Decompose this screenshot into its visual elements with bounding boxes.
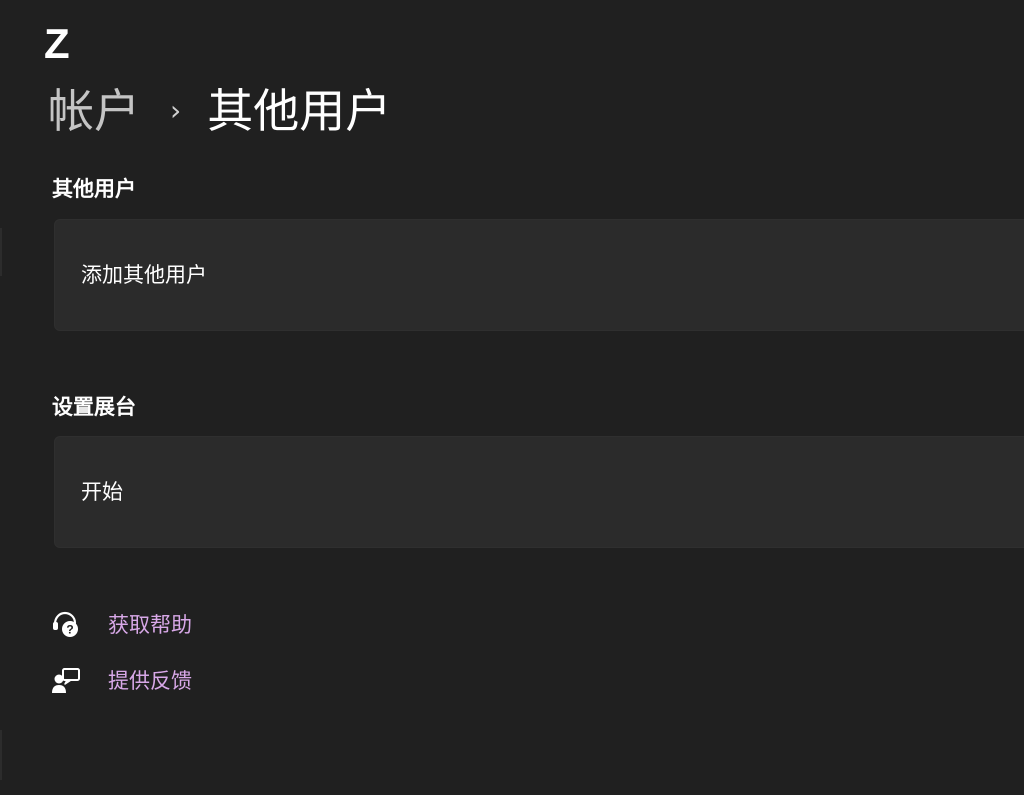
left-edge-divider — [0, 730, 2, 780]
svg-text:?: ? — [66, 623, 73, 637]
get-help-icon: ? — [50, 609, 82, 641]
breadcrumb: 帐户 › 其他用户 — [48, 80, 391, 142]
section-title-kiosk: 设置展台 — [52, 395, 136, 419]
breadcrumb-accounts-link[interactable]: 帐户 — [48, 80, 140, 142]
get-help-link[interactable]: ? 获取帮助 — [50, 607, 192, 643]
add-other-user-label: 添加其他用户 — [81, 263, 207, 287]
page-title: 其他用户 — [207, 84, 392, 138]
kiosk-get-started-card[interactable]: 开始 — [54, 436, 1024, 548]
user-initial-avatar: Z — [44, 20, 70, 67]
chevron-right-icon: › — [170, 94, 182, 127]
kiosk-get-started-label: 开始 — [81, 480, 123, 504]
add-other-user-card[interactable]: 添加其他用户 — [54, 219, 1024, 331]
section-title-other-users: 其他用户 — [52, 177, 136, 201]
give-feedback-icon — [50, 665, 82, 697]
get-help-label: 获取帮助 — [108, 613, 192, 637]
give-feedback-label: 提供反馈 — [108, 669, 192, 693]
left-edge-divider — [0, 228, 2, 276]
give-feedback-link[interactable]: 提供反馈 — [50, 663, 192, 699]
settings-page: Z 帐户 › 其他用户 其他用户 添加其他用户 设置展台 开始 ? 获取帮助 提… — [0, 0, 1024, 795]
